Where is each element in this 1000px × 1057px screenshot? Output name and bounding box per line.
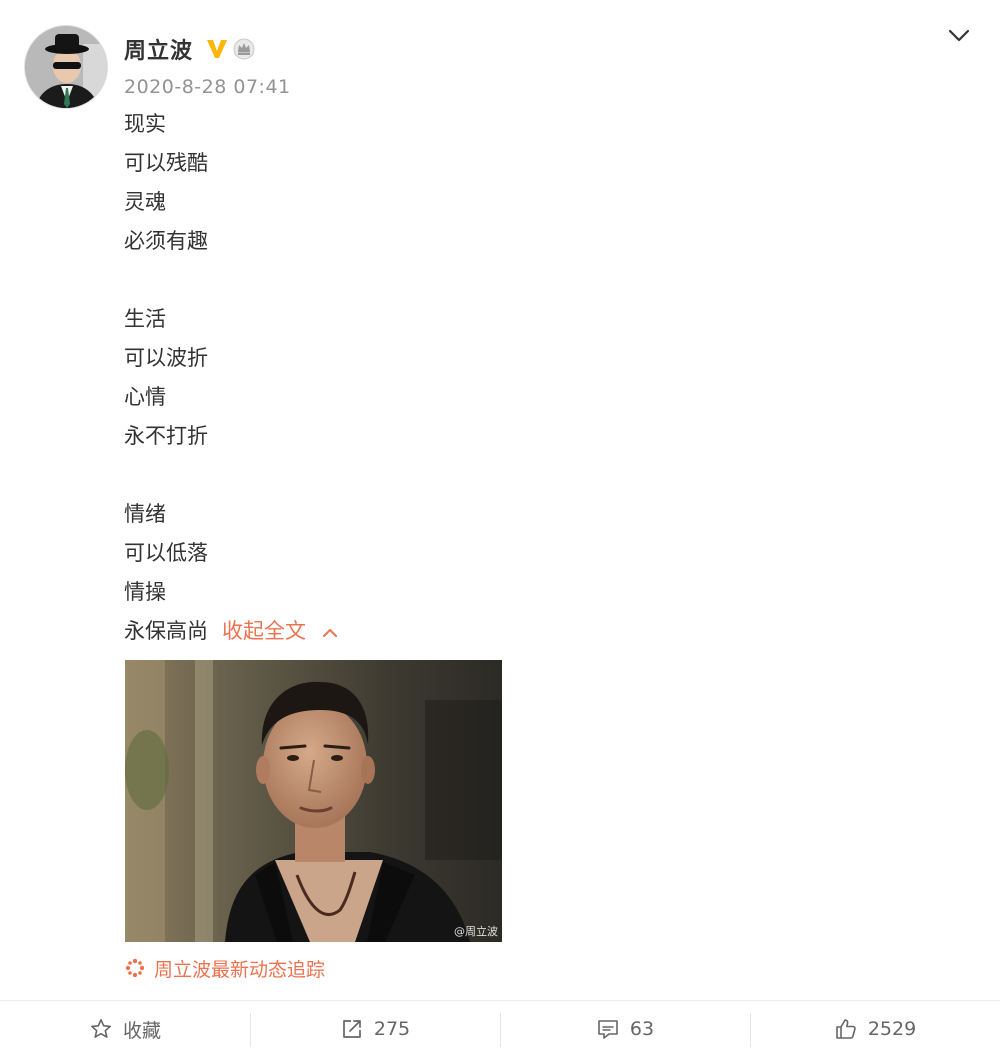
post-line: 灵魂 bbox=[124, 190, 166, 214]
post-line: 情操 bbox=[124, 580, 166, 604]
topic-link[interactable]: 周立波最新动态追踪 bbox=[124, 954, 325, 982]
post-line: 可以低落 bbox=[124, 541, 208, 565]
post-last-line: 永保高尚 收起全文 bbox=[124, 612, 944, 651]
post-timestamp[interactable]: 2020-8-28 07:41 bbox=[124, 76, 291, 98]
like-count: 2529 bbox=[867, 1018, 917, 1040]
comment-count: 63 bbox=[629, 1018, 655, 1040]
action-bar: 收藏 275 63 2529 bbox=[0, 1000, 1000, 1057]
post-line: 可以残酷 bbox=[124, 151, 208, 175]
topic-sparkle-icon bbox=[125, 958, 145, 978]
post-line: 生活 bbox=[124, 307, 166, 331]
post-line: 情绪 bbox=[124, 502, 166, 526]
post-photo bbox=[125, 660, 502, 942]
post-line: 必须有趣 bbox=[124, 229, 208, 253]
favorite-label: 收藏 bbox=[122, 1019, 161, 1042]
favorite-button[interactable]: 收藏 bbox=[0, 1001, 250, 1057]
author-name[interactable]: 周立波 bbox=[124, 33, 193, 65]
post-text: 现实 可以残酷 灵魂 必须有趣 生活 可以波折 心情 永不打折 情绪 可以低落 … bbox=[124, 105, 944, 651]
comment-icon bbox=[598, 1020, 618, 1039]
image-watermark: @周立波 bbox=[454, 925, 498, 938]
like-button[interactable]: 2529 bbox=[750, 1001, 1000, 1057]
avatar[interactable] bbox=[24, 25, 108, 109]
comment-button[interactable]: 63 bbox=[500, 1001, 750, 1057]
weibo-post-card: 周立波 2020-8-28 07:41 现实 可以残酷 灵魂 必须有趣 生活 可… bbox=[0, 0, 1000, 1057]
post-line: 心情 bbox=[124, 385, 166, 409]
post-line: 可以波折 bbox=[124, 346, 208, 370]
chevron-up-icon[interactable] bbox=[322, 626, 338, 638]
post-line: 现实 bbox=[124, 112, 166, 136]
repost-button[interactable]: 275 bbox=[250, 1001, 500, 1057]
author-row: 周立波 bbox=[124, 30, 256, 68]
post-image[interactable]: @周立波 bbox=[125, 660, 502, 942]
post-line: 永不打折 bbox=[124, 424, 208, 448]
crown-icon[interactable] bbox=[232, 37, 256, 61]
chevron-down-icon[interactable] bbox=[946, 24, 972, 46]
repost-count: 275 bbox=[373, 1018, 411, 1040]
topic-label[interactable]: 周立波最新动态追踪 bbox=[154, 955, 325, 982]
collapse-text-link[interactable]: 收起全文 bbox=[222, 619, 306, 643]
thumb-up-icon bbox=[836, 1019, 856, 1039]
star-icon bbox=[90, 1019, 111, 1038]
verified-v-icon bbox=[207, 40, 228, 58]
post-line: 永保高尚 bbox=[124, 619, 208, 643]
avatar-portrait bbox=[25, 26, 107, 108]
share-icon bbox=[343, 1020, 361, 1038]
